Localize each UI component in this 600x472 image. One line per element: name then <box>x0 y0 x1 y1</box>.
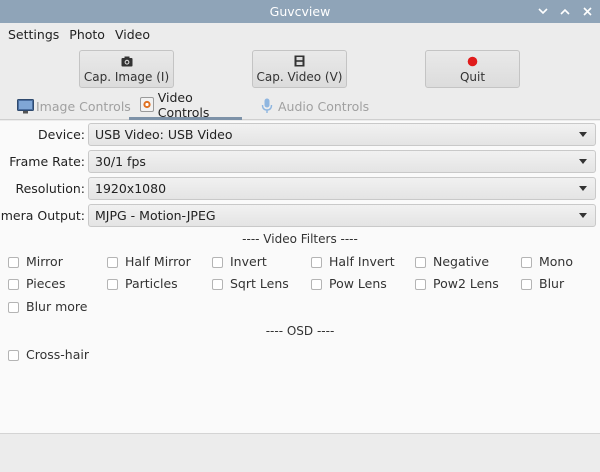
filter-half-mirror-checkbox[interactable]: Half Mirror <box>107 255 191 269</box>
filter-sqrt-lens-checkbox[interactable]: Sqrt Lens <box>212 277 289 291</box>
window-title: Guvcview <box>269 4 331 19</box>
filter-mirror-checkbox[interactable]: Mirror <box>8 255 63 269</box>
capture-image-label: Cap. Image (I) <box>83 70 170 84</box>
camera-output-row: Camera Output: MJPG - Motion-JPEG <box>0 204 600 227</box>
close-icon[interactable] <box>580 5 594 19</box>
microphone-icon <box>258 97 276 115</box>
tab-audio-controls-label: Audio Controls <box>278 98 370 114</box>
menu-video[interactable]: Video <box>110 23 155 46</box>
resolution-row: Resolution: 1920x1080 <box>0 177 600 200</box>
capture-video-label: Cap. Video (V) <box>256 70 343 84</box>
frame-rate-row: Frame Rate: 30/1 fps <box>0 150 600 173</box>
osd-label: Cross-hair <box>26 347 89 362</box>
checkbox-box <box>311 256 322 268</box>
toolbar: Cap. Image (I) Cap. Video (V) Quit <box>0 46 600 92</box>
frame-rate-label: Frame Rate: <box>9 154 85 169</box>
filter-pieces-checkbox[interactable]: Pieces <box>8 277 66 291</box>
filter-label: Mono <box>539 254 574 269</box>
filter-label: Half Mirror <box>125 254 191 269</box>
quit-button[interactable]: Quit <box>425 50 520 88</box>
filter-mono-checkbox[interactable]: Mono <box>521 255 573 269</box>
tab-audio-controls[interactable]: Audio Controls <box>258 92 369 120</box>
checkbox-box <box>212 256 223 268</box>
checkbox-box <box>107 256 118 268</box>
checkbox-box <box>8 349 19 361</box>
camera-icon <box>121 54 133 68</box>
menu-photo[interactable]: Photo <box>64 23 110 46</box>
filter-pow2-lens-checkbox[interactable]: Pow2 Lens <box>415 277 499 291</box>
minimize-icon[interactable] <box>536 5 550 19</box>
checkbox-box <box>8 256 19 268</box>
camera-output-label: Camera Output: <box>0 208 85 223</box>
frame-rate-select[interactable]: 30/1 fps <box>88 150 596 173</box>
checkbox-box <box>8 278 19 290</box>
checkbox-box <box>212 278 223 290</box>
device-value: USB Video: USB Video <box>95 127 233 142</box>
filter-label: Blur <box>539 276 565 291</box>
device-select[interactable]: USB Video: USB Video <box>88 123 596 146</box>
filter-label: Mirror <box>26 254 63 269</box>
checkbox-box <box>8 301 19 313</box>
window-controls <box>536 0 594 23</box>
window-titlebar: Guvcview <box>0 0 600 23</box>
capture-image-button[interactable]: Cap. Image (I) <box>79 50 174 88</box>
filter-negative-checkbox[interactable]: Negative <box>415 255 489 269</box>
checkbox-box <box>521 278 532 290</box>
filter-label: Negative <box>433 254 490 269</box>
menu-bar: Settings Photo Video <box>0 23 600 46</box>
resolution-label: Resolution: <box>15 181 85 196</box>
filter-blur-checkbox[interactable]: Blur <box>521 277 564 291</box>
filter-label: Pow Lens <box>329 276 387 291</box>
resolution-select[interactable]: 1920x1080 <box>88 177 596 200</box>
filter-label: Sqrt Lens <box>230 276 289 291</box>
filter-blur-more-checkbox[interactable]: Blur more <box>8 300 87 314</box>
filter-invert-checkbox[interactable]: Invert <box>212 255 267 269</box>
maximize-icon[interactable] <box>558 5 572 19</box>
quit-label: Quit <box>459 70 486 84</box>
filter-pow-lens-checkbox[interactable]: Pow Lens <box>311 277 387 291</box>
chevron-down-icon <box>579 213 587 218</box>
tab-image-controls-label: Image Controls <box>36 98 131 114</box>
filter-label: Pieces <box>26 276 66 291</box>
checkbox-box <box>311 278 322 290</box>
filter-label: Half Invert <box>329 254 395 269</box>
camera-output-value: MJPG - Motion-JPEG <box>95 208 216 223</box>
monitor-icon <box>16 97 34 115</box>
checkbox-box <box>415 278 426 290</box>
capture-video-button[interactable]: Cap. Video (V) <box>252 50 347 88</box>
device-label: Device: <box>38 127 85 142</box>
tab-image-controls[interactable]: Image Controls <box>16 92 131 120</box>
resolution-value: 1920x1080 <box>95 181 167 196</box>
tab-video-controls-label: Video Controls <box>157 89 210 120</box>
video-controls-panel: Device: USB Video: USB Video Frame Rate:… <box>0 121 600 434</box>
filter-label: Blur more <box>26 299 88 314</box>
frame-rate-value: 30/1 fps <box>95 154 146 169</box>
checkbox-box <box>107 278 118 290</box>
osd-cross-hair-checkbox[interactable]: Cross-hair <box>8 348 89 362</box>
video-filters-title: ---- Video Filters ---- <box>242 232 358 246</box>
film-icon <box>294 54 305 68</box>
checkbox-box <box>415 256 426 268</box>
camera-output-select[interactable]: MJPG - Motion-JPEG <box>88 204 596 227</box>
filter-label: Particles <box>125 276 178 291</box>
filter-particles-checkbox[interactable]: Particles <box>107 277 178 291</box>
filter-label: Invert <box>230 254 267 269</box>
tab-bar: Image Controls Video Controls Audio Cont… <box>0 89 600 120</box>
checkbox-box <box>521 256 532 268</box>
chevron-down-icon <box>579 159 587 164</box>
video-controls-icon <box>139 96 156 114</box>
chevron-down-icon <box>579 186 587 191</box>
osd-title: ---- OSD ---- <box>265 324 335 338</box>
menu-settings[interactable]: Settings <box>3 23 64 46</box>
tab-video-controls[interactable]: Video Controls <box>129 89 242 120</box>
record-dot-icon <box>467 54 478 68</box>
filter-label: Pow2 Lens <box>433 276 499 291</box>
device-row: Device: USB Video: USB Video <box>0 123 600 146</box>
chevron-down-icon <box>579 132 587 137</box>
status-bar <box>0 434 600 472</box>
filter-half-invert-checkbox[interactable]: Half Invert <box>311 255 395 269</box>
